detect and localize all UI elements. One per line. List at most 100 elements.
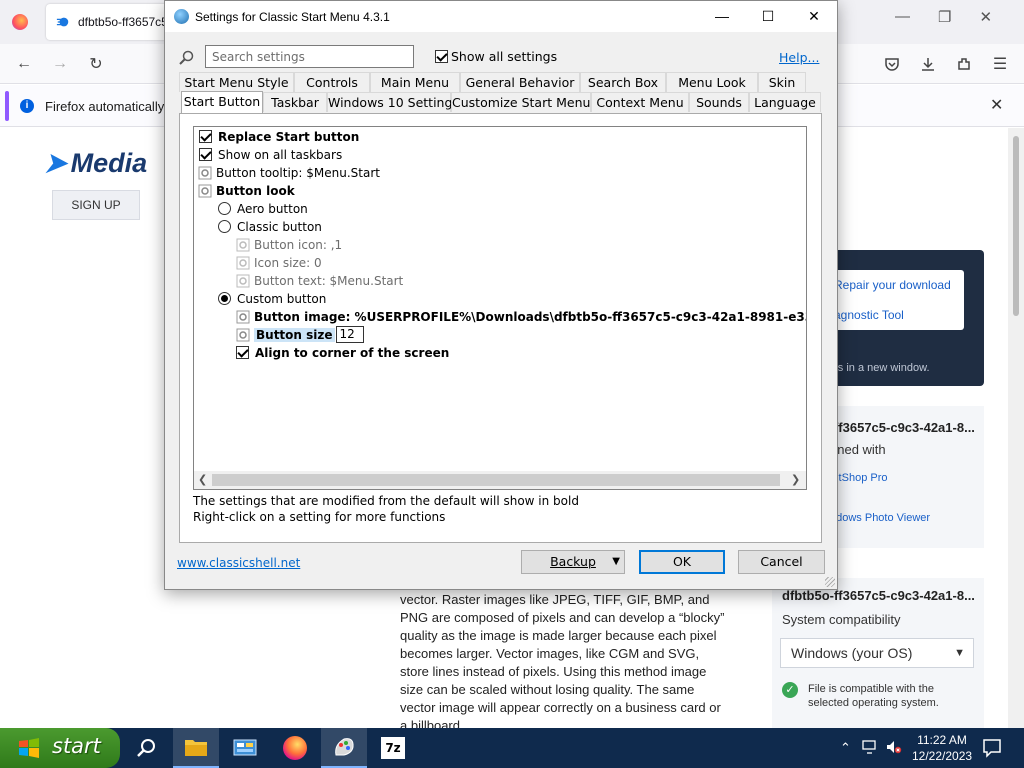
- setting-classic-button[interactable]: Classic button: [218, 218, 322, 236]
- minimize-icon[interactable]: —: [895, 8, 910, 26]
- ok-button[interactable]: OK: [639, 550, 725, 574]
- diagnostic-tool-link[interactable]: agnostic Tool: [834, 308, 904, 322]
- paint-app-icon[interactable]: [321, 728, 367, 768]
- app-link-photo-viewer[interactable]: ndows Photo Viewer: [830, 512, 930, 524]
- setting-button-text[interactable]: Button text: $Menu.Start: [236, 272, 403, 290]
- tab-start-menu-style[interactable]: Start Menu Style: [179, 72, 294, 92]
- downloads-icon[interactable]: [916, 52, 940, 76]
- chevron-up-icon[interactable]: ⌃: [840, 740, 851, 756]
- restore-icon[interactable]: ❐: [938, 8, 951, 26]
- reload-icon[interactable]: ↻: [84, 52, 108, 76]
- checkbox-icon: [236, 346, 249, 359]
- setting-replace-start-button[interactable]: Replace Start button: [199, 128, 359, 146]
- dialog-title-bar[interactable]: Settings for Classic Start Menu 4.3.1 — …: [165, 1, 837, 32]
- setting-label: Button icon: ,1: [254, 238, 343, 252]
- resize-grip-icon[interactable]: [825, 577, 835, 587]
- page-scrollbar[interactable]: [1008, 128, 1024, 728]
- setting-label: Button tooltip: $Menu.Start: [216, 166, 380, 180]
- scrollbar-thumb[interactable]: [1013, 136, 1019, 316]
- scroll-left-icon[interactable]: ❮: [198, 473, 207, 486]
- tab-sounds[interactable]: Sounds: [689, 92, 749, 112]
- clock-time: 11:22 AM: [917, 733, 967, 747]
- tab-main-menu[interactable]: Main Menu: [370, 72, 460, 92]
- scroll-right-icon[interactable]: ❯: [791, 473, 800, 486]
- button-size-input[interactable]: 12: [335, 326, 364, 343]
- show-all-settings-checkbox[interactable]: Show all settings: [435, 49, 557, 64]
- setting-label: Button image: %USERPROFILE%\Downloads\df…: [254, 310, 806, 324]
- close-icon[interactable]: ✕: [979, 8, 992, 26]
- tab-search-box[interactable]: Search Box: [580, 72, 666, 92]
- close-button[interactable]: ✕: [791, 1, 837, 32]
- tab-language[interactable]: Language: [749, 92, 821, 112]
- backup-button[interactable]: Backup ▼: [521, 550, 625, 574]
- repair-download-link[interactable]: Repair your download: [834, 278, 951, 292]
- search-input[interactable]: Search settings: [205, 45, 414, 68]
- notifications-icon[interactable]: [982, 738, 1002, 758]
- tab-customize-start-menu[interactable]: Customize Start Menu: [451, 92, 591, 112]
- setting-show-on-all-taskbars[interactable]: Show on all taskbars: [199, 146, 342, 164]
- extensions-icon[interactable]: [952, 52, 976, 76]
- notification-close-icon[interactable]: ✕: [990, 95, 1003, 115]
- dropdown-arrow-icon: ▼: [612, 556, 620, 567]
- setting-label: Custom button: [237, 292, 327, 306]
- tab-windows-10-settings[interactable]: Windows 10 Settings: [327, 92, 459, 112]
- setting-aero-button[interactable]: Aero button: [218, 200, 308, 218]
- setting-button-tooltip[interactable]: Button tooltip: $Menu.Start: [198, 164, 380, 182]
- site-logo[interactable]: ➤ Media: [44, 148, 147, 179]
- tab-context-menu[interactable]: Context Menu: [591, 92, 689, 112]
- cancel-button[interactable]: Cancel: [738, 550, 825, 574]
- pocket-icon[interactable]: [880, 52, 904, 76]
- info-line-right-click: Right-click on a setting for more functi…: [193, 510, 446, 524]
- tab-taskbar[interactable]: Taskbar: [263, 92, 327, 112]
- setting-button-look[interactable]: Button look: [198, 182, 295, 200]
- radio-icon: [218, 220, 231, 233]
- tab-general-behavior[interactable]: General Behavior: [460, 72, 580, 92]
- back-icon[interactable]: ←: [12, 52, 36, 76]
- gear-icon: [236, 310, 250, 323]
- logo-text: Media: [70, 148, 148, 178]
- forward-icon[interactable]: →: [48, 52, 72, 76]
- tab-start-button[interactable]: Start Button: [181, 91, 263, 113]
- tab-controls[interactable]: Controls: [294, 72, 370, 92]
- firefox-taskbar-icon[interactable]: [272, 728, 318, 768]
- firefox-logo-icon[interactable]: [12, 14, 28, 30]
- volume-muted-icon[interactable]: [886, 740, 902, 757]
- os-select-value: Windows (your OS): [791, 645, 913, 661]
- minimize-button[interactable]: —: [699, 1, 745, 32]
- radio-icon: [218, 202, 231, 215]
- menu-icon[interactable]: ☰: [988, 52, 1012, 76]
- sign-up-button[interactable]: SIGN UP: [52, 190, 140, 220]
- browser-tab-active[interactable]: dfbtb5o-ff3657c5: [46, 4, 170, 40]
- classicshell-link[interactable]: www.classicshell.net: [177, 556, 300, 570]
- help-link[interactable]: Help...: [779, 50, 819, 65]
- setting-label: Button text: $Menu.Start: [254, 274, 404, 288]
- setting-label: Aero button: [237, 202, 308, 216]
- os-select[interactable]: Windows (your OS) ▼: [780, 638, 974, 668]
- setting-button-size[interactable]: Button size 12: [236, 326, 364, 344]
- network-icon[interactable]: [862, 740, 878, 757]
- tab-menu-look[interactable]: Menu Look: [666, 72, 758, 92]
- search-taskbar-icon[interactable]: [123, 728, 169, 768]
- control-panel-icon[interactable]: [222, 728, 268, 768]
- start-button[interactable]: start: [0, 728, 120, 768]
- setting-align-corner[interactable]: Align to corner of the screen: [236, 344, 449, 362]
- scrollbar-thumb[interactable]: [212, 474, 780, 486]
- system-compat-label: System compatibility: [782, 612, 901, 627]
- gear-icon: [198, 184, 212, 197]
- setting-button-image[interactable]: Button image: %USERPROFILE%\Downloads\df…: [236, 308, 806, 326]
- gear-icon: [236, 238, 250, 251]
- setting-custom-button[interactable]: Custom button: [218, 290, 326, 308]
- repair-panel: Repair your download agnostic Tool: [828, 270, 964, 330]
- compat-text: File is compatible with the selected ope…: [808, 683, 939, 709]
- 7zip-icon[interactable]: 7z: [370, 728, 416, 768]
- maximize-button[interactable]: ☐: [745, 1, 791, 32]
- setting-button-icon[interactable]: Button icon: ,1: [236, 236, 342, 254]
- app-link-paintshop[interactable]: intShop Pro: [830, 472, 887, 484]
- clock[interactable]: 11:22 AM 12/22/2023: [912, 732, 972, 764]
- file-explorer-icon[interactable]: [173, 728, 219, 768]
- tab-skin[interactable]: Skin: [758, 72, 806, 92]
- horizontal-scrollbar[interactable]: ❮ ❯: [194, 471, 806, 489]
- setting-icon-size[interactable]: Icon size: 0: [236, 254, 322, 272]
- mediaforge-tab-icon: [56, 17, 69, 27]
- browser-tab-title: dfbtb5o-ff3657c5: [78, 15, 168, 29]
